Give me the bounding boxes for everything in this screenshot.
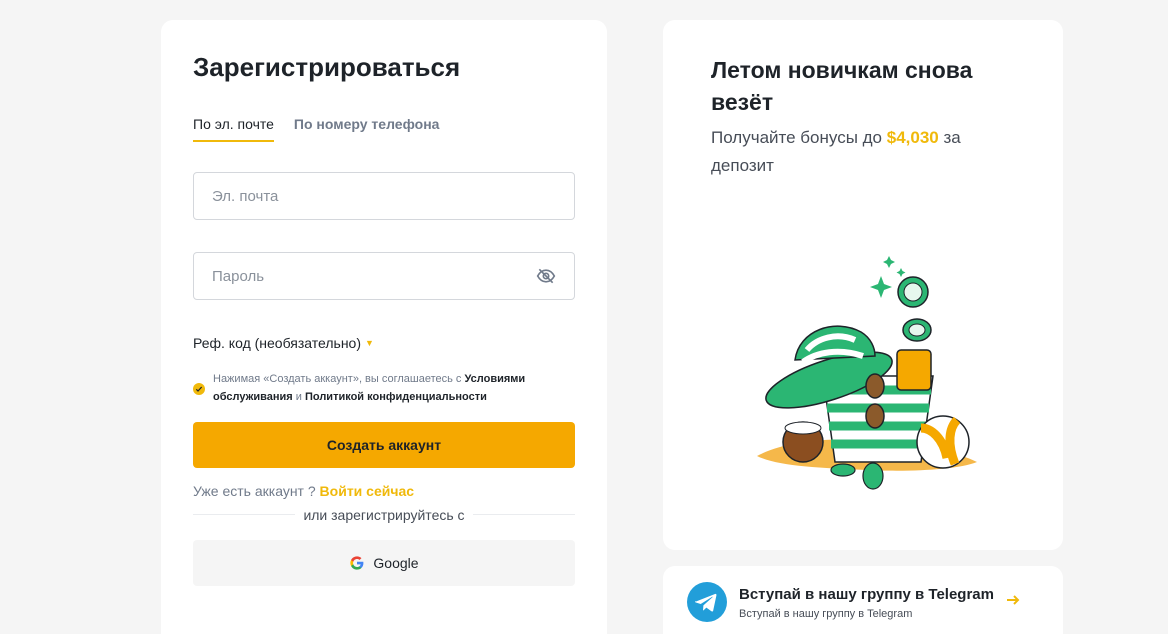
- telegram-card[interactable]: Вступай в нашу группу в Telegram Вступай…: [663, 566, 1063, 634]
- agreement-prefix: Нажимая «Создать аккаунт», вы соглашаете…: [213, 373, 465, 385]
- agreement-and: и: [292, 391, 305, 403]
- google-label: Google: [373, 555, 419, 571]
- promo-title: Летом новичкам снова везёт: [711, 57, 973, 115]
- promo-card: Летом новичкам снова везёт Получайте бон…: [663, 20, 1063, 550]
- referral-code-toggle[interactable]: Реф. код (необязательно) ▼: [193, 335, 374, 351]
- password-field-container: [193, 252, 575, 300]
- bonus-amount: $4,030: [886, 128, 939, 147]
- have-account-text: Уже есть аккаунт ?: [193, 483, 320, 499]
- telegram-icon: [687, 582, 727, 622]
- telegram-title: Вступай в нашу группу в Telegram: [739, 586, 994, 603]
- email-input[interactable]: [212, 187, 556, 205]
- google-signup-button[interactable]: Google: [193, 540, 575, 586]
- agree-checkbox[interactable]: [193, 383, 205, 395]
- terms-agreement: Нажимая «Создать аккаунт», вы соглашаете…: [193, 370, 573, 406]
- or-register-with-text: или зарегистрируйтесь с: [295, 507, 473, 523]
- signup-method-tabs: По эл. почте По номеру телефона: [193, 116, 439, 142]
- tab-phone[interactable]: По номеру телефона: [294, 116, 440, 142]
- eye-off-icon[interactable]: [536, 266, 556, 286]
- promo-sub-prefix: Получайте бонусы до: [711, 128, 887, 147]
- password-input[interactable]: [212, 267, 536, 285]
- page-title: Зарегистрироваться: [193, 52, 461, 82]
- promo-subtitle: Получайте бонусы до $4,030 за депозит: [711, 124, 1011, 180]
- privacy-link[interactable]: Политикой конфиденциальности: [305, 391, 487, 403]
- create-account-button[interactable]: Создать аккаунт: [193, 422, 575, 468]
- agreement-text: Нажимая «Создать аккаунт», вы соглашаете…: [213, 370, 573, 406]
- google-icon: [350, 556, 364, 570]
- caret-down-icon: ▼: [365, 338, 374, 348]
- or-register-with: или зарегистрируйтесь с: [161, 507, 607, 523]
- check-icon: [195, 386, 203, 392]
- beach-bag-illustration: [757, 256, 977, 490]
- registration-card: Зарегистрироваться По эл. почте По номер…: [161, 20, 607, 634]
- email-field-container: [193, 172, 575, 220]
- login-link[interactable]: Войти сейчас: [320, 483, 415, 499]
- referral-code-label: Реф. код (необязательно): [193, 335, 361, 351]
- login-prompt: Уже есть аккаунт ? Войти сейчас: [193, 483, 414, 499]
- tab-email[interactable]: По эл. почте: [193, 116, 274, 142]
- telegram-subtitle: Вступай в нашу группу в Telegram: [739, 608, 913, 620]
- arrow-right-icon[interactable]: [1005, 592, 1021, 613]
